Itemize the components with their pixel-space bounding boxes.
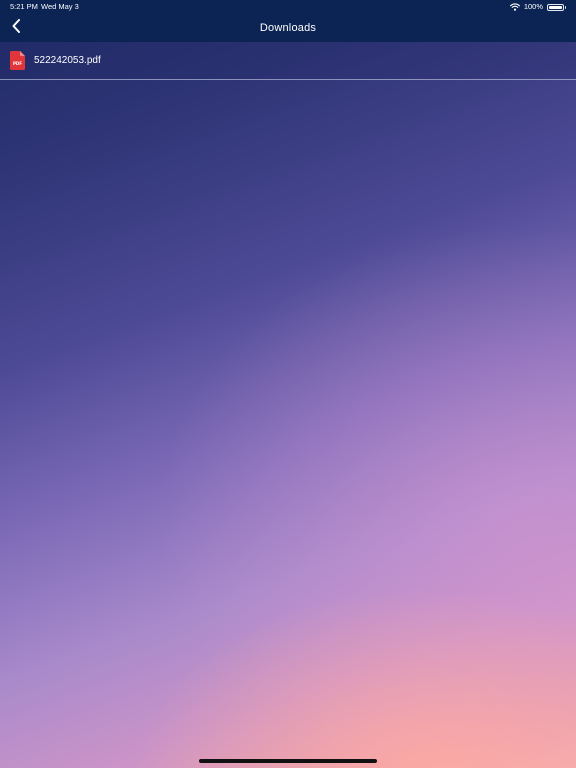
battery-fill <box>549 5 562 9</box>
pdf-file-icon: PDF <box>10 51 25 70</box>
status-bar: 5:21 PM Wed May 3 100% <box>0 0 576 14</box>
pdf-icon-label: PDF <box>13 61 22 66</box>
battery-icon <box>547 3 566 11</box>
page-title: Downloads <box>259 22 317 34</box>
battery-body <box>547 3 564 11</box>
status-date: Wed May 3 <box>41 2 79 11</box>
battery-tip <box>564 5 566 9</box>
file-name: 522242053.pdf <box>34 55 101 66</box>
file-row[interactable]: PDF 522242053.pdf <box>0 42 576 80</box>
top-bar: 5:21 PM Wed May 3 100% Downloads <box>0 0 576 42</box>
file-list: PDF 522242053.pdf <box>0 42 576 80</box>
wifi-icon <box>509 3 520 11</box>
status-time: 5:21 PM <box>10 2 38 11</box>
nav-bar: Downloads <box>0 14 576 42</box>
battery-percent: 100% <box>523 2 543 11</box>
status-indicators: 100% <box>509 0 566 14</box>
home-indicator[interactable] <box>199 759 377 763</box>
